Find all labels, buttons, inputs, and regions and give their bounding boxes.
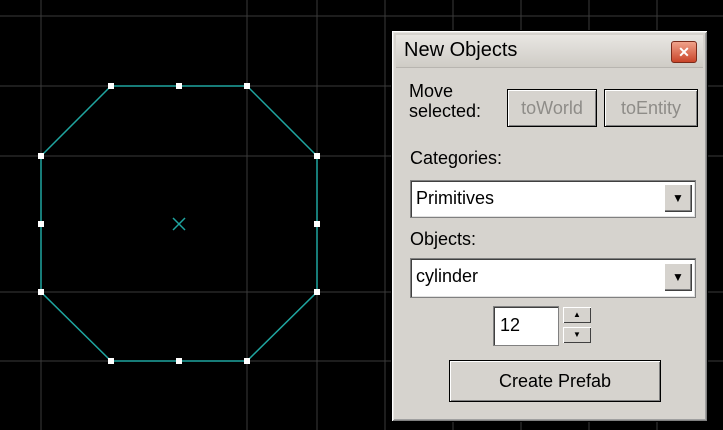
sides-input[interactable]: 12: [493, 306, 559, 346]
vertex-handle[interactable]: [38, 221, 44, 227]
vertex-handle[interactable]: [314, 221, 320, 227]
chevron-down-icon[interactable]: ▼: [664, 184, 692, 212]
vertex-handle[interactable]: [314, 289, 320, 295]
categories-dropdown[interactable]: Primitives ▼: [410, 180, 696, 218]
center-marker-icon: [172, 217, 186, 231]
create-prefab-button[interactable]: Create Prefab: [449, 360, 661, 402]
close-icon: ✕: [678, 44, 690, 60]
panel-titlebar[interactable]: New Objects ✕: [396, 35, 703, 68]
objects-dropdown[interactable]: cylinder ▼: [410, 258, 696, 298]
new-objects-panel: New Objects ✕ Move selected: toWorld toE…: [391, 30, 708, 422]
categories-label: Categories:: [410, 148, 503, 168]
vertex-handle[interactable]: [176, 358, 182, 364]
vertex-handle[interactable]: [38, 289, 44, 295]
objects-label: Objects:: [410, 229, 477, 249]
categories-value: Primitives: [416, 188, 495, 208]
vertex-handle[interactable]: [244, 83, 250, 89]
move-selected-label: Move selected:: [409, 81, 482, 121]
vertex-handle[interactable]: [38, 153, 44, 159]
spin-up-icon[interactable]: ▲: [563, 307, 591, 323]
vertex-handle[interactable]: [176, 83, 182, 89]
vertex-handle[interactable]: [244, 358, 250, 364]
vertex-handle[interactable]: [108, 83, 114, 89]
chevron-down-icon[interactable]: ▼: [664, 263, 692, 291]
spin-down-icon[interactable]: ▼: [563, 327, 591, 343]
vertex-handle[interactable]: [108, 358, 114, 364]
to-entity-button[interactable]: toEntity: [604, 89, 698, 127]
close-button[interactable]: ✕: [671, 41, 697, 63]
to-world-button[interactable]: toWorld: [507, 89, 597, 127]
objects-value: cylinder: [416, 266, 479, 286]
sides-value: 12: [500, 315, 521, 335]
panel-title: New Objects: [404, 39, 518, 61]
vertex-handle[interactable]: [314, 153, 320, 159]
